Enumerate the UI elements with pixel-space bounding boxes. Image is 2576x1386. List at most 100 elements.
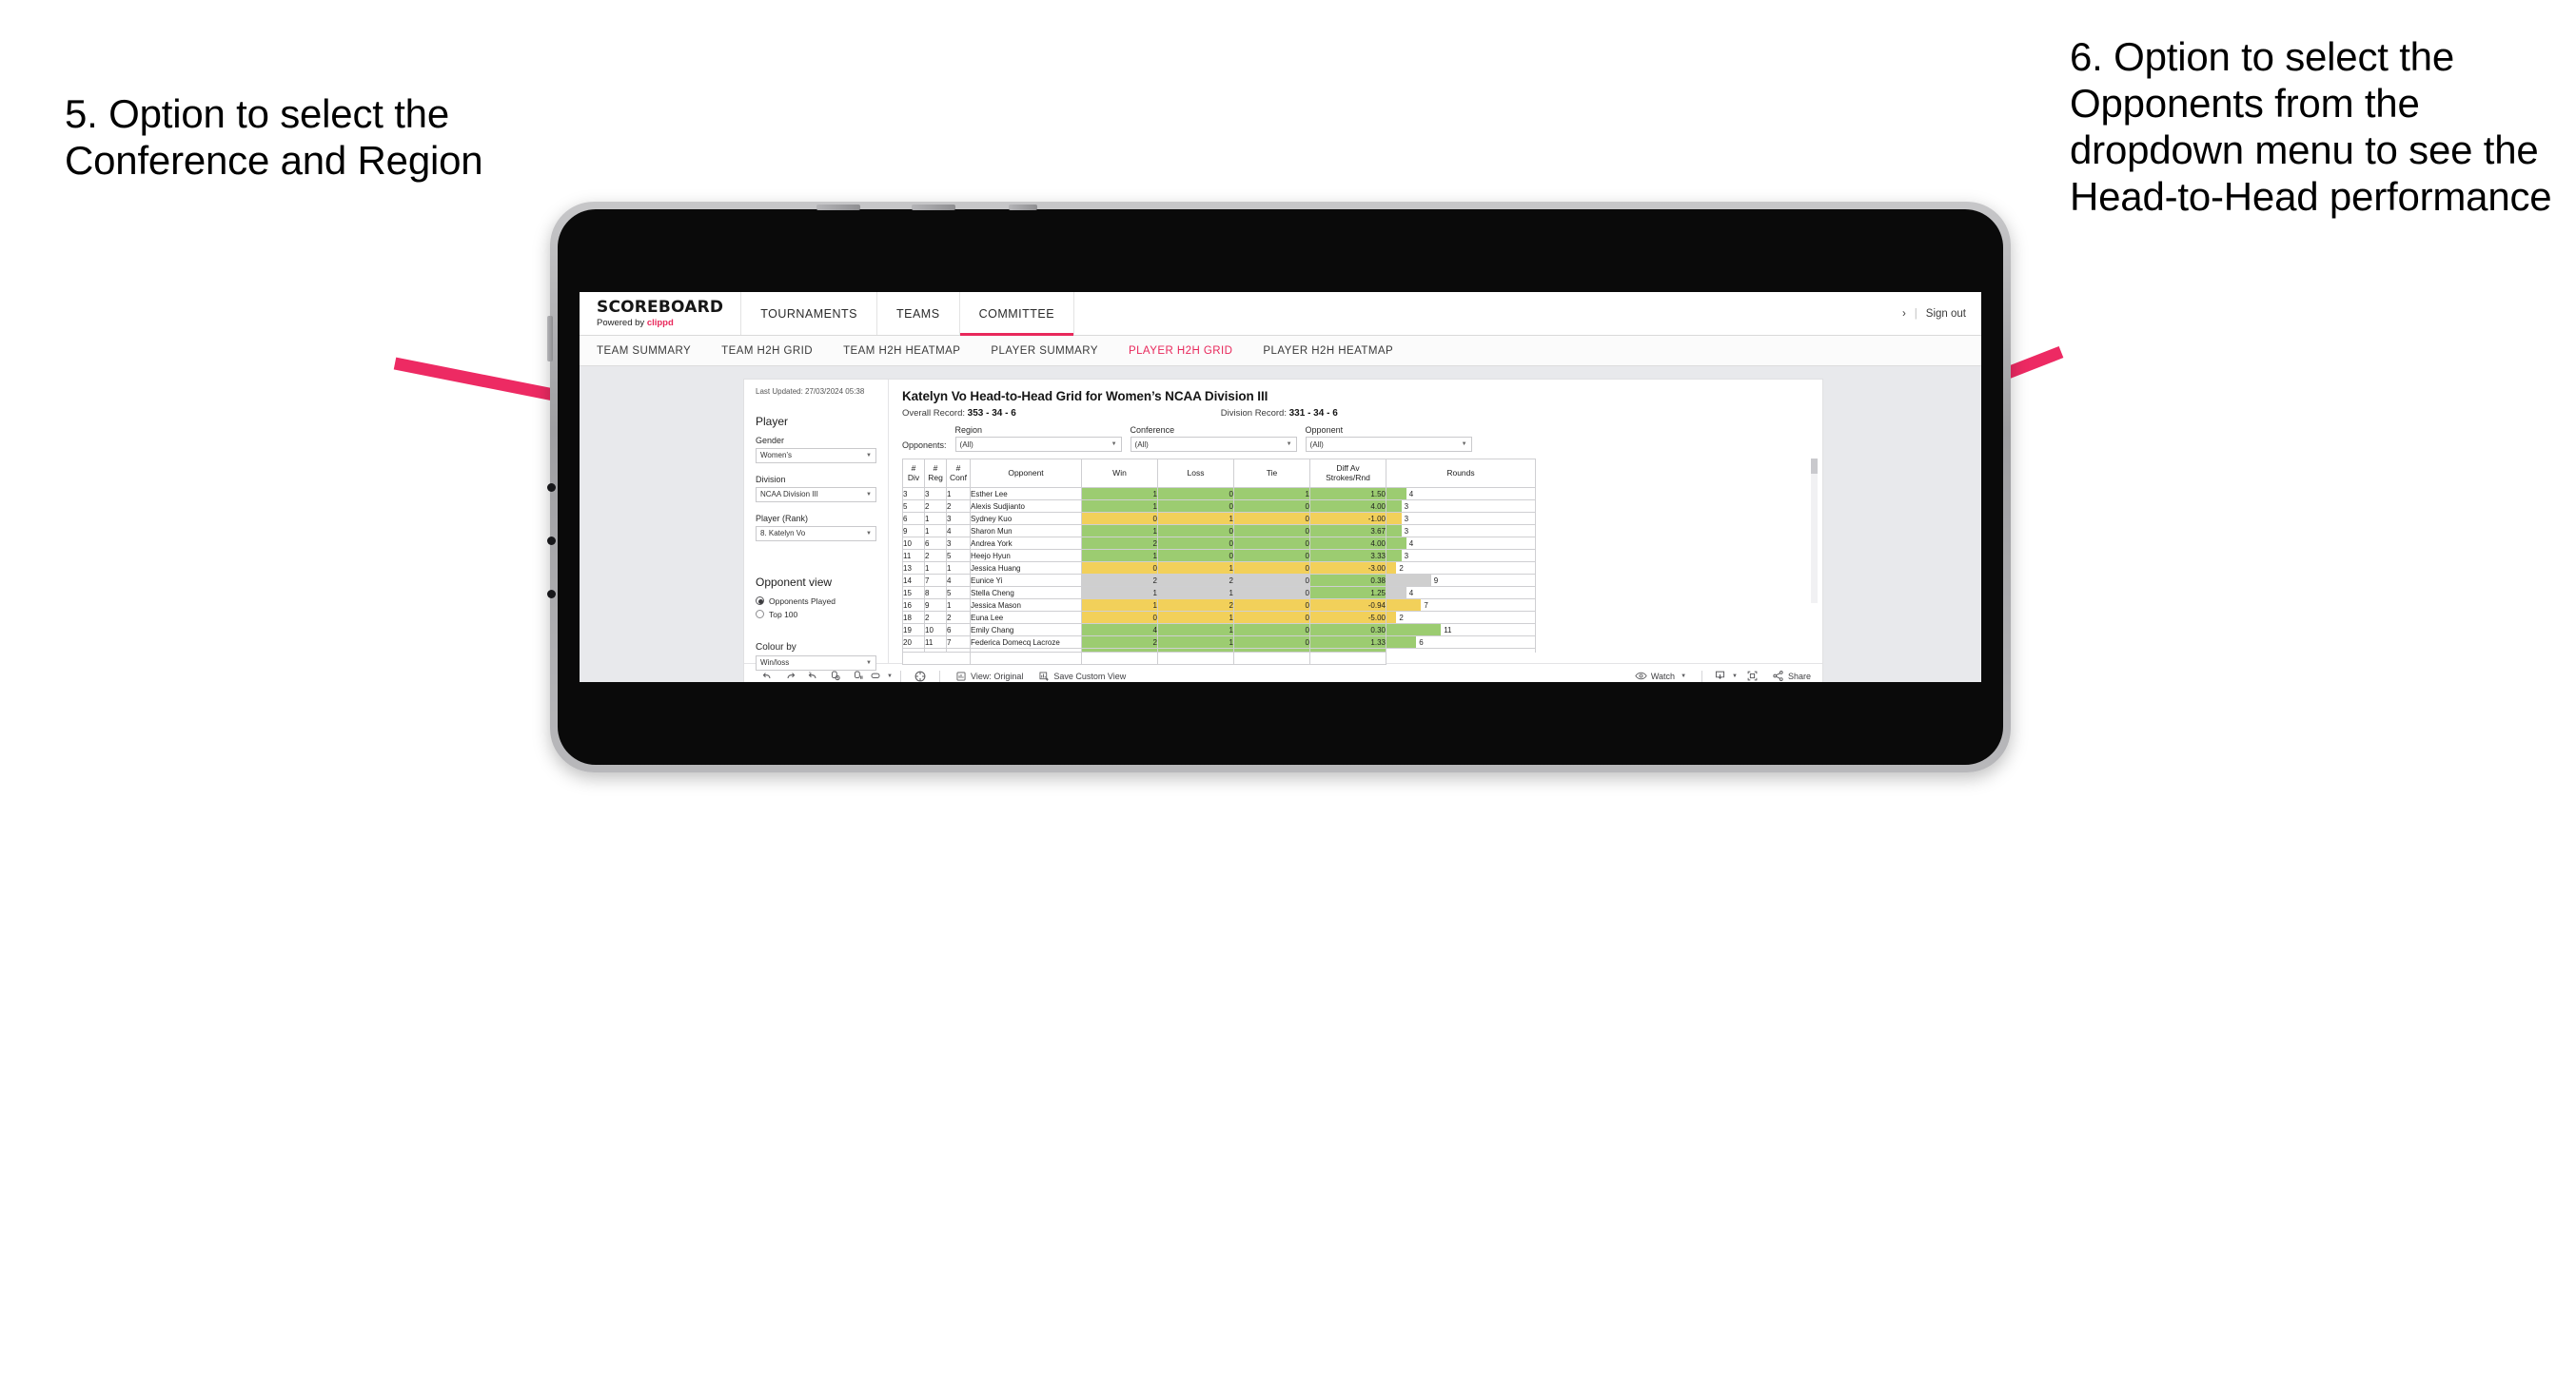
cell-loss: 1	[1157, 623, 1234, 636]
sign-out-link[interactable]: Sign out	[1926, 308, 1966, 320]
cell-div: 5	[902, 499, 925, 513]
fullscreen-icon[interactable]	[1741, 665, 1764, 683]
view-original-label: View: Original	[971, 671, 1024, 681]
cell-blank	[1081, 652, 1158, 665]
column-header-div[interactable]: # Div	[902, 459, 925, 488]
nav-tab-committee[interactable]: COMMITTEE	[959, 292, 1075, 336]
table-row[interactable]: 13 1 1 Jessica Huang 0 1 0 -3.00 2	[902, 561, 1536, 575]
column-header-conf[interactable]: # Conf	[946, 459, 971, 488]
table-row[interactable]: 3 3 1 Esther Lee 1 0 1 1.50 4	[902, 487, 1536, 500]
subtab-team-h2h-heatmap[interactable]: TEAM H2H HEATMAP	[843, 345, 960, 357]
subtab-team-h2h-grid[interactable]: TEAM H2H GRID	[721, 345, 813, 357]
view-original-button[interactable]: View: Original	[948, 671, 1031, 682]
cell-div: 3	[902, 487, 925, 500]
table-scrollbar[interactable]	[1811, 459, 1818, 603]
brand-subtitle: Powered by clippd	[597, 318, 723, 328]
save-custom-view-button[interactable]: Save Custom View	[1031, 671, 1133, 682]
rounds-bar	[1386, 612, 1397, 623]
cell-win: 2	[1081, 635, 1158, 649]
table-row[interactable]: 16 9 1 Jessica Mason 1 2 0 -0.94 7	[902, 598, 1536, 612]
cell-rounds: 3	[1386, 524, 1536, 537]
cell-rounds: 11	[1386, 623, 1536, 636]
cell-reg: 1	[924, 561, 947, 575]
player-rank-value: 8. Katelyn Vo	[760, 529, 806, 538]
table-row[interactable]: 10 6 3 Andrea York 2 0 0 4.00 4	[902, 537, 1536, 550]
cell-tie: 0	[1233, 512, 1310, 525]
presentation-icon[interactable]	[909, 665, 932, 683]
subtab-team-summary[interactable]: TEAM SUMMARY	[597, 345, 691, 357]
column-header-rounds[interactable]: Rounds	[1386, 459, 1536, 488]
subtab-player-h2h-grid[interactable]: PLAYER H2H GRID	[1129, 345, 1232, 357]
cell-win: 1	[1081, 487, 1158, 500]
column-header-reg[interactable]: # Reg	[924, 459, 947, 488]
save-view-icon	[1039, 672, 1050, 681]
cell-reg: 7	[924, 574, 947, 587]
download-button[interactable]: ▼	[1710, 670, 1741, 682]
table-row[interactable]: 11 2 5 Heejo Hyun 1 0 0 3.33 3	[902, 549, 1536, 562]
cell-opponent: Alexis Sudjianto	[970, 499, 1082, 513]
device-camera-1	[547, 483, 556, 492]
table-row[interactable]: 9 1 4 Sharon Mun 1 0 0 3.67 3	[902, 524, 1536, 537]
subtab-player-summary[interactable]: PLAYER SUMMARY	[991, 345, 1098, 357]
h2h-grid-table: # Div # Reg # Conf Opponent Win Loss Tie Diff Av St…	[902, 459, 1536, 665]
table-scrollbar-thumb[interactable]	[1811, 459, 1818, 474]
column-header-diff-av-strokes-rnd[interactable]: Diff Av Strokes/Rnd	[1309, 459, 1386, 488]
rounds-bar	[1386, 525, 1402, 537]
rounds-value: 3	[1404, 551, 1409, 560]
conference-dropdown[interactable]: (All) ▼	[1130, 437, 1297, 452]
table-row[interactable]: 14 7 4 Eunice Yi 2 2 0 0.38 9	[902, 574, 1536, 587]
rounds-value: 2	[1399, 613, 1404, 622]
cell-opponent: Federica Domecq Lacroze	[970, 635, 1082, 649]
table-row[interactable]: 6 1 3 Sydney Kuo 0 1 0 -1.00 3	[902, 512, 1536, 525]
cell-reg: 3	[924, 487, 947, 500]
column-header-loss[interactable]: Loss	[1157, 459, 1234, 488]
device-screen: SCOREBOARD Powered by clippd TOURNAMENTS…	[580, 292, 1981, 682]
overall-record-label: Overall Record:	[902, 408, 965, 419]
share-button[interactable]: Share	[1764, 670, 1811, 682]
download-icon	[1715, 671, 1725, 679]
cell-conf: 2	[946, 499, 971, 513]
sidebar-heading-player: Player	[756, 414, 789, 428]
division-dropdown[interactable]: NCAA Division III ▼	[756, 486, 876, 502]
column-header-tie[interactable]: Tie	[1233, 459, 1310, 488]
rounds-value: 11	[1444, 625, 1452, 634]
cell-div: 15	[902, 586, 925, 599]
cell-reg: 6	[924, 537, 947, 550]
table-row[interactable]: 15 8 5 Stella Cheng 1 1 0 1.25 4	[902, 586, 1536, 599]
table-row[interactable]: 5 2 2 Alexis Sudjianto 1 0 0 4.00 3	[902, 499, 1536, 513]
opponent-dropdown[interactable]: (All) ▼	[1305, 437, 1472, 452]
cell-diff: 4.00	[1309, 499, 1386, 513]
cell-tie: 0	[1233, 499, 1310, 513]
region-dropdown[interactable]: (All) ▼	[954, 437, 1122, 452]
player-rank-filter: Player (Rank) 8. Katelyn Vo ▼	[756, 514, 876, 541]
division-record: Division Record: 331 - 34 - 6	[1221, 408, 1338, 419]
radio-top-100[interactable]: Top 100	[756, 610, 876, 619]
cell-div: 19	[902, 623, 925, 636]
cell-loss: 0	[1157, 487, 1234, 500]
table-row[interactable]: 18 2 2 Euna Lee 0 1 0 -5.00 2	[902, 611, 1536, 624]
account-chevron-icon[interactable]: ›	[1902, 308, 1906, 320]
nav-tab-teams[interactable]: TEAMS	[877, 292, 960, 335]
player-rank-dropdown[interactable]: 8. Katelyn Vo ▼	[756, 525, 876, 541]
gender-dropdown[interactable]: Women’s ▼	[756, 447, 876, 463]
colour-by-filter: Colour by Win/loss ▼	[756, 642, 876, 671]
table-row[interactable]: 20 11 7 Federica Domecq Lacroze 2 1 0 1.33 6	[902, 635, 1536, 649]
device-button-top-2	[912, 205, 955, 210]
subtab-player-h2h-heatmap[interactable]: PLAYER H2H HEATMAP	[1263, 345, 1393, 357]
cell-div: 14	[902, 574, 925, 587]
column-header-opponent[interactable]: Opponent	[970, 459, 1082, 488]
radio-opponents-played[interactable]: Opponents Played	[756, 596, 876, 606]
rounds-bar	[1386, 500, 1402, 512]
colour-by-dropdown[interactable]: Win/loss ▼	[756, 654, 876, 671]
nav-tab-tournaments[interactable]: TOURNAMENTS	[741, 292, 877, 335]
cell-conf: 4	[946, 524, 971, 537]
watch-button[interactable]: Watch ▼	[1627, 670, 1694, 682]
cell-win: 4	[1081, 623, 1158, 636]
rounds-bar	[1386, 587, 1406, 598]
cell-tie: 0	[1233, 635, 1310, 649]
rounds-bar	[1386, 624, 1442, 635]
column-header-win[interactable]: Win	[1081, 459, 1158, 488]
table-row[interactable]: 19 10 6 Emily Chang 4 1 0 0.30 11	[902, 623, 1536, 636]
opponents-label: Opponents:	[902, 440, 947, 450]
rounds-bar	[1386, 599, 1422, 611]
